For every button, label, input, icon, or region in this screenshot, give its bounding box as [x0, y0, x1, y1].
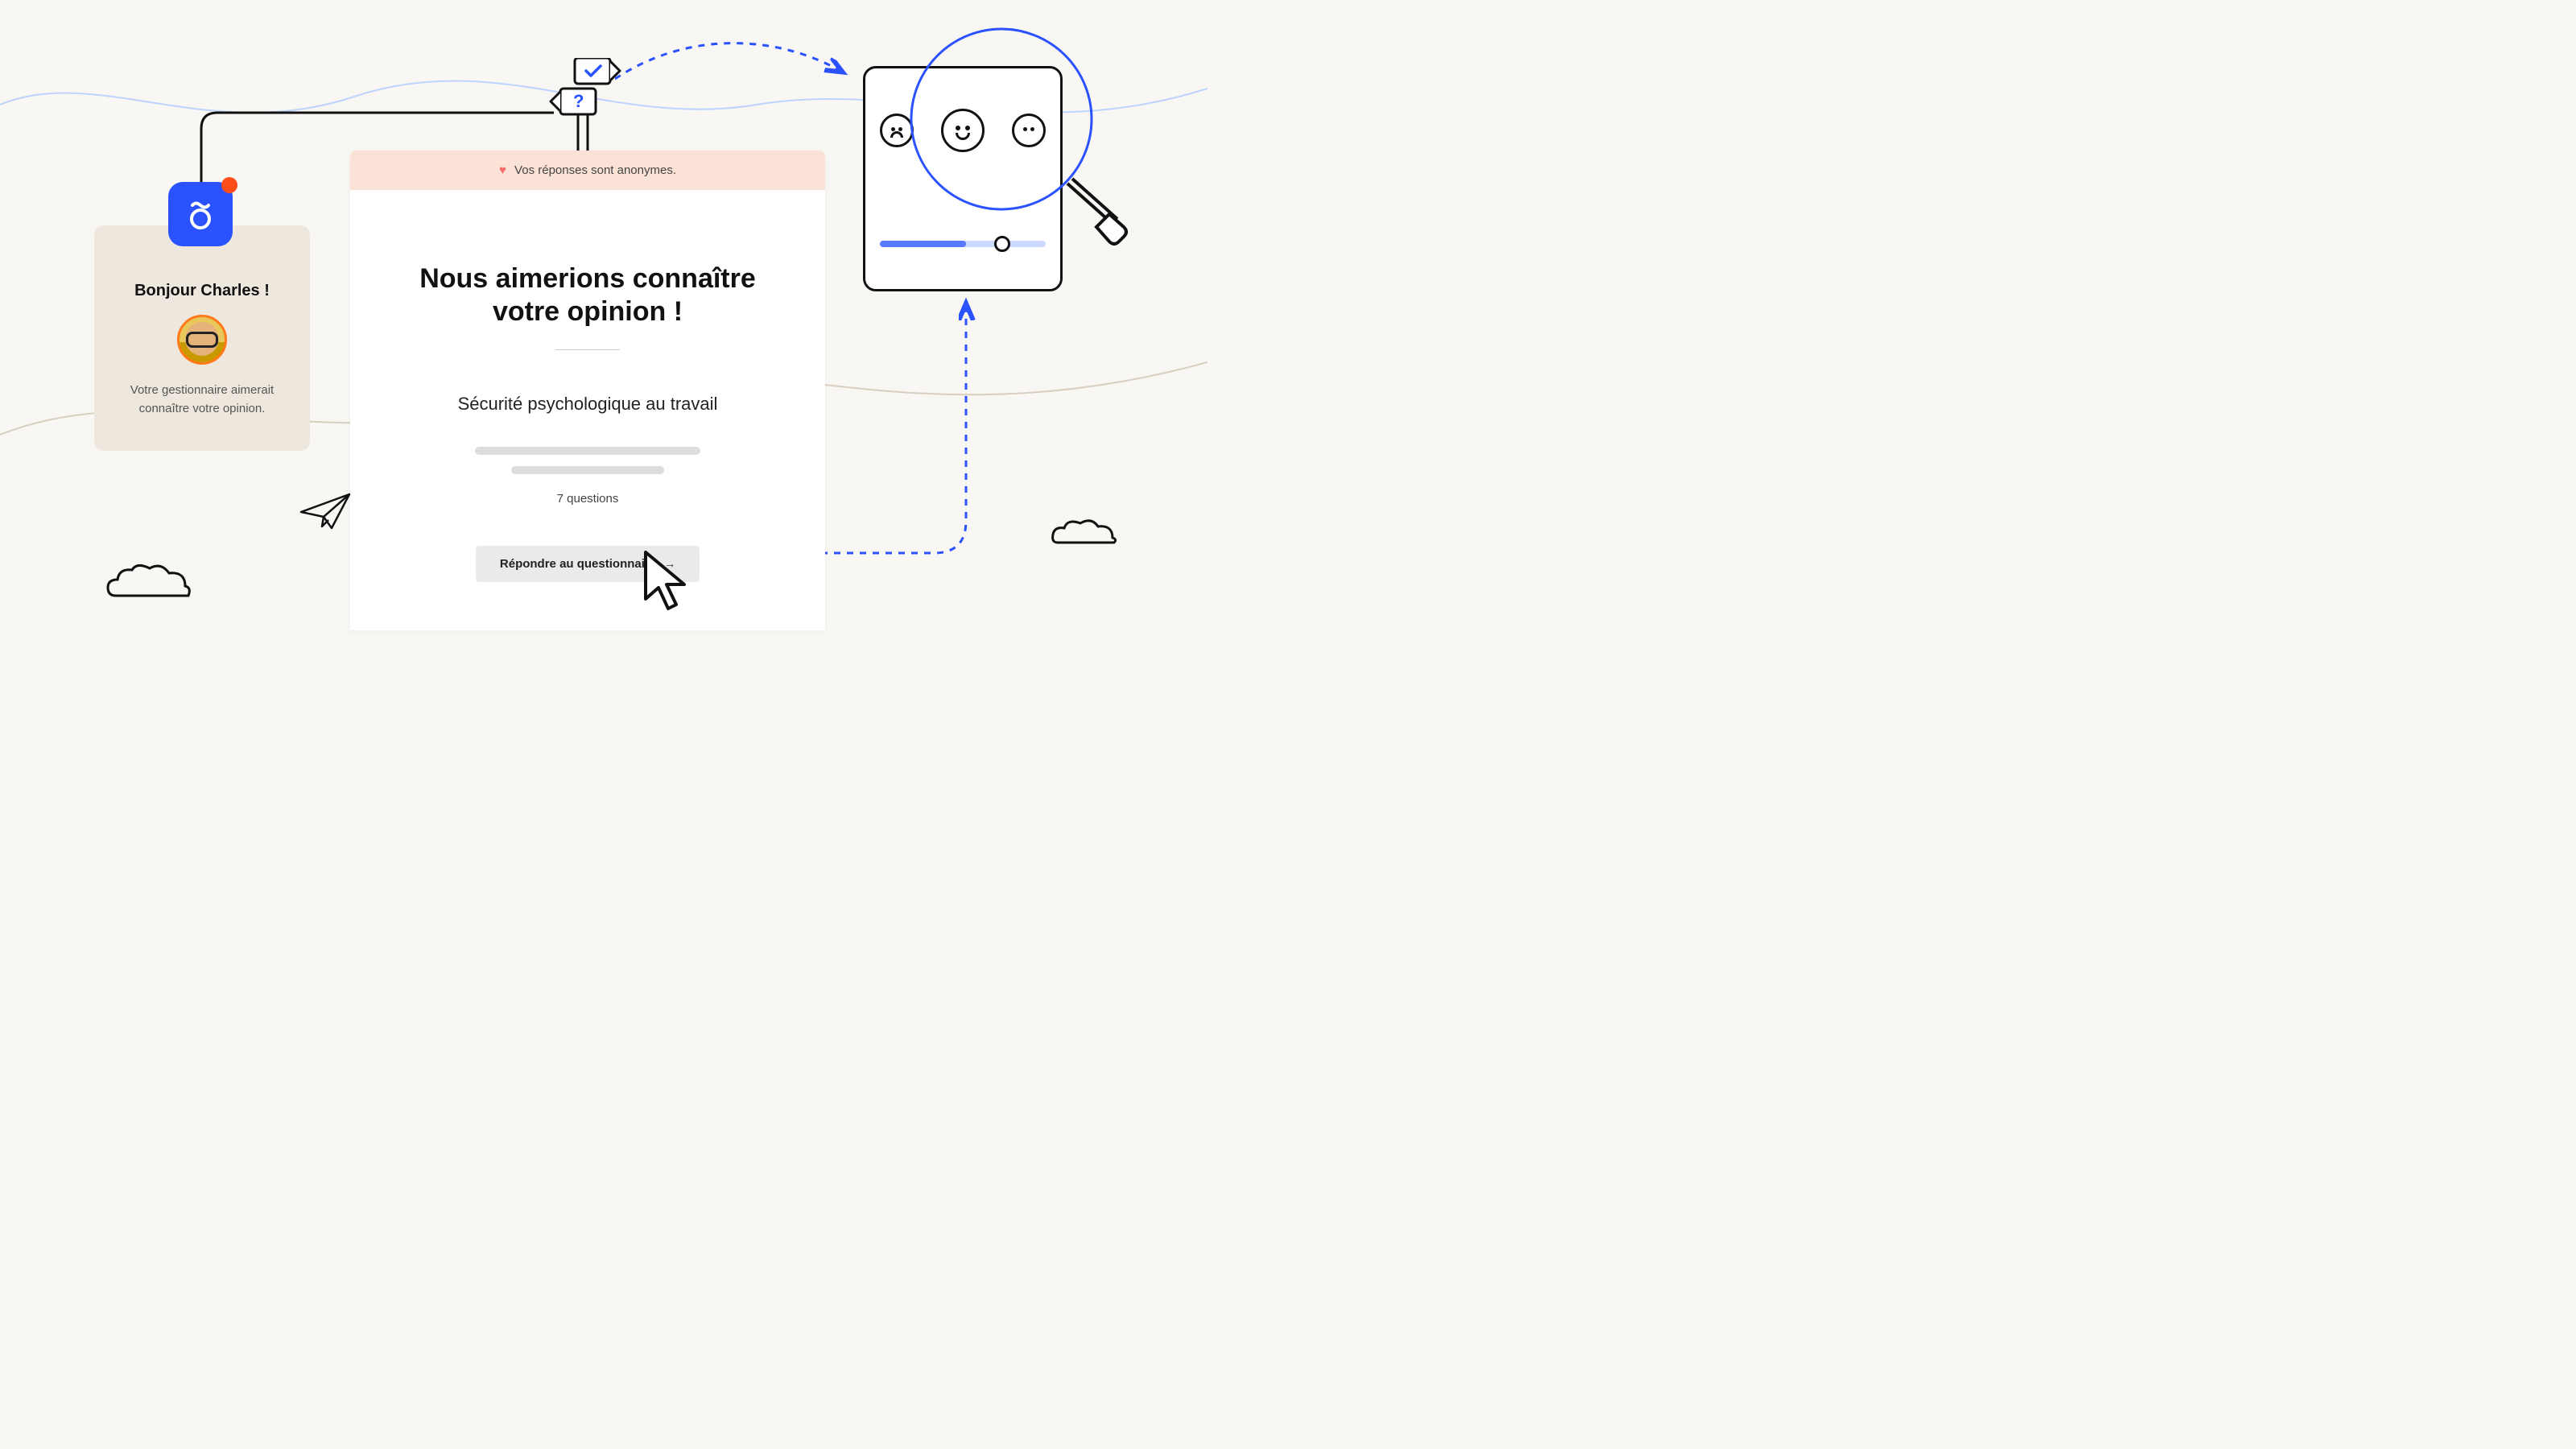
greeting-heading: Bonjour Charles ! — [117, 282, 287, 300]
survey-title-line2: votre opinion ! — [493, 296, 683, 327]
placeholder-bar-short — [511, 466, 664, 474]
mood-face-sad-icon — [880, 114, 914, 147]
mood-face-happy-icon — [941, 109, 985, 152]
survey-title-line1: Nous aimerions connaître — [419, 263, 756, 294]
paper-plane-icon — [299, 491, 353, 531]
cloud-icon — [105, 564, 193, 608]
signpost-illustration: ? — [549, 58, 621, 155]
mood-slider-thumb[interactable] — [994, 236, 1010, 252]
mood-faces-row — [880, 109, 1046, 152]
question-mark-icon: ? — [573, 91, 584, 111]
survey-topic: Sécurité psychologique au travail — [390, 394, 785, 415]
anonymity-banner: ♥ Vos réponses sont anonymes. — [350, 151, 825, 190]
greeting-card: Bonjour Charles ! Votre gestionnaire aim… — [94, 225, 310, 451]
heart-icon: ♥ — [499, 163, 506, 177]
mood-slider[interactable] — [880, 241, 1046, 247]
survey-title: Nous aimerions connaître votre opinion ! — [390, 262, 785, 328]
notification-dot — [221, 177, 237, 193]
mood-slider-fill — [880, 241, 966, 247]
analysis-card — [863, 66, 1063, 291]
arrow-signpost-to-analysis — [615, 39, 865, 95]
cursor-icon — [641, 549, 694, 617]
app-logo-glyph — [183, 196, 218, 232]
app-icon — [168, 182, 233, 246]
mood-face-neutral-icon — [1012, 114, 1046, 147]
survey-card: ♥ Vos réponses sont anonymes. Nous aimer… — [350, 151, 825, 630]
title-divider — [555, 349, 620, 350]
greeting-body: Votre gestionnaire aimerait connaître vo… — [117, 381, 287, 419]
manager-avatar — [177, 315, 227, 365]
anonymity-text: Vos réponses sont anonymes. — [514, 163, 676, 177]
cloud-icon — [1050, 515, 1119, 553]
placeholder-bar-long — [475, 447, 700, 455]
question-count: 7 questions — [390, 492, 785, 506]
respond-button-label: Répondre au questionnaire — [500, 557, 656, 571]
